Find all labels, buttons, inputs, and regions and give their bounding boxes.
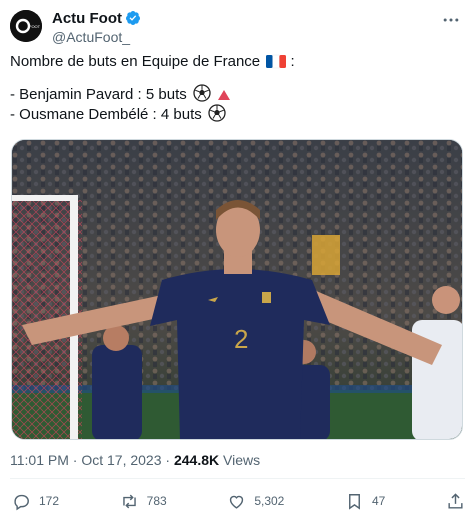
repost-icon bbox=[122, 494, 136, 508]
share-button[interactable] bbox=[446, 492, 465, 511]
avatar-logo: FOOT bbox=[10, 10, 42, 42]
display-name[interactable]: Actu Foot bbox=[52, 10, 122, 27]
tweet-line-1-suffix: : bbox=[286, 53, 295, 70]
bookmark-count: 47 bbox=[371, 494, 386, 508]
avatar[interactable]: FOOT bbox=[10, 10, 42, 42]
soccer-ball-icon bbox=[208, 104, 226, 122]
views-label: Views bbox=[219, 452, 261, 468]
up-triangle-icon bbox=[218, 90, 231, 100]
tweet-header: FOOT Actu Foot @ActuFoot_ bbox=[10, 8, 465, 48]
tweet-line-2: - Benjamin Pavard : 5 buts bbox=[10, 84, 460, 104]
tweet-line-3-text: - Ousmane Dembélé : 4 buts bbox=[10, 106, 202, 123]
tweet-text: Nombre de buts en Equipe de France : - B… bbox=[10, 52, 460, 124]
action-bar: 172 783 5,302 47 bbox=[12, 486, 465, 516]
tweet-photo[interactable]: 2 bbox=[11, 139, 463, 440]
divider bbox=[10, 478, 465, 479]
author-names: Actu Foot @ActuFoot_ bbox=[52, 8, 141, 46]
france-flag-icon bbox=[266, 54, 287, 69]
like-icon bbox=[230, 495, 244, 509]
reply-count: 172 bbox=[39, 494, 60, 508]
tweet: FOOT Actu Foot @ActuFoot_ Nombre de buts… bbox=[0, 0, 475, 526]
views-count: 244.8K bbox=[173, 452, 220, 468]
bookmark-button[interactable]: 47 bbox=[345, 492, 385, 511]
more-icon[interactable] bbox=[441, 10, 461, 30]
reply-button[interactable]: 172 bbox=[12, 492, 59, 511]
like-count: 5,302 bbox=[254, 494, 285, 508]
repost-count: 783 bbox=[146, 494, 167, 508]
tweet-line-1: Nombre de buts en Equipe de France : bbox=[10, 52, 460, 72]
tweet-date[interactable]: Oct 17, 2023 bbox=[81, 452, 161, 468]
soccer-ball-icon bbox=[193, 84, 211, 102]
meta-separator-2: · bbox=[161, 452, 174, 468]
repost-button[interactable]: 783 bbox=[120, 492, 167, 511]
tweet-time[interactable]: 11:01 PM bbox=[10, 452, 69, 468]
meta-separator: · bbox=[68, 452, 82, 468]
tweet-line-3: - Ousmane Dembélé : 4 buts bbox=[10, 104, 460, 124]
author-handle[interactable]: @ActuFoot_ bbox=[52, 28, 141, 46]
photo-football-celebration: 2 bbox=[12, 140, 462, 439]
like-button[interactable]: 5,302 bbox=[227, 492, 284, 511]
tweet-meta: 11:01 PM · Oct 17, 2023 · 244.8K Views bbox=[10, 452, 260, 468]
svg-text:FOOT: FOOT bbox=[29, 24, 41, 29]
bookmark-icon bbox=[349, 493, 360, 510]
tweet-line-1-text: Nombre de buts en Equipe de France bbox=[10, 53, 261, 70]
jersey-number: 2 bbox=[234, 324, 248, 354]
tweet-line-2-text: - Benjamin Pavard : 5 buts bbox=[10, 86, 187, 103]
share-icon bbox=[448, 492, 463, 509]
verified-icon bbox=[125, 11, 140, 25]
reply-icon bbox=[14, 494, 29, 510]
